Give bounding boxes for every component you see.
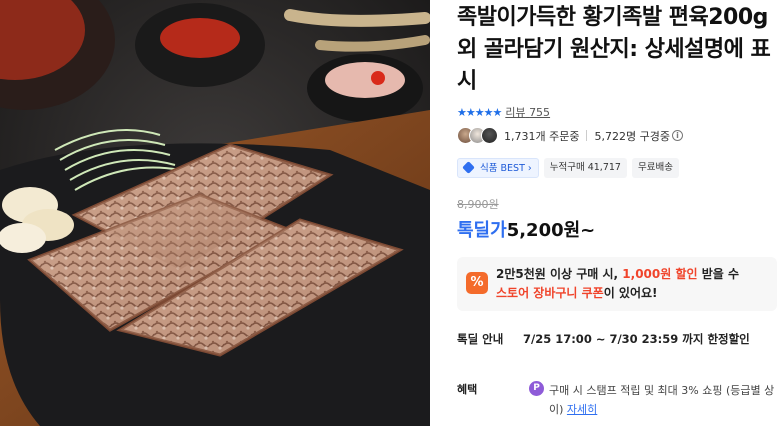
food-best-label: 식품 BEST: [480, 163, 525, 174]
star-rating-icon: ★★★★★: [457, 105, 502, 119]
percent-coupon-icon: %: [466, 272, 488, 294]
original-price: 8,900원: [457, 198, 499, 211]
rating-row: ★★★★★ 리뷰 755: [457, 104, 550, 120]
review-label: 리뷰: [505, 106, 526, 119]
product-title: 족발이가득한 황기족발 편육200g 외 골라담기 원산지: 상세설명에 표시: [457, 5, 771, 94]
coupon-text: 2만5천원 이상 구매 시, 1,000원 할인 받을 수 스토어 장바구니 쿠…: [496, 265, 739, 303]
benefit-label: 혜택: [457, 383, 478, 396]
diamond-icon: [462, 161, 475, 174]
price-label: 톡딜가: [457, 220, 507, 241]
review-count: 755: [529, 106, 551, 119]
coupon-banner[interactable]: % 2만5천원 이상 구매 시, 1,000원 할인 받을 수 스토어 장바구니…: [457, 257, 777, 311]
benefit-details-link[interactable]: 자세히: [567, 403, 597, 416]
deal-info-row: 톡딜 안내 7/25 17:00 ~ 7/30 23:59 까지 한정할인: [457, 331, 750, 347]
coupon-line-1: 2만5천원 이상 구매 시, 1,000원 할인 받을 수: [496, 265, 739, 284]
subscriber-count: 5,722명 구경중: [594, 129, 670, 143]
product-photo-illustration: [0, 0, 430, 426]
deal-info-label: 톡딜 안내: [457, 332, 504, 346]
cumulative-purchase-badge: 누적구매 41,717: [543, 158, 627, 178]
buyer-avatars: [457, 127, 498, 144]
badge-row: 식품 BEST › 누적구매 41,717 무료배송: [457, 158, 679, 178]
benefit-text: 구매 시 스탬프 적립 및 최대 3% 쇼핑 (등급별 상이) 자세히: [549, 381, 777, 419]
order-count: 1,731개 주문중: [504, 129, 580, 143]
benefit-body: P 구매 시 스탬프 적립 및 최대 3% 쇼핑 (등급별 상이) 자세히: [529, 381, 777, 419]
divider: [586, 130, 588, 141]
coupon-line-1-pre: 2만5천원 이상 구매 시,: [496, 267, 623, 281]
sale-price-row: 톡딜가5,200원~: [457, 216, 595, 242]
sale-price: 5,200원~: [506, 220, 596, 241]
deal-period: 7/25 17:00 ~ 7/30 23:59 까지 한정할인: [523, 332, 750, 346]
coupon-line-1-post: 받을 수: [697, 267, 740, 281]
food-best-badge[interactable]: 식품 BEST ›: [457, 158, 539, 178]
chevron-right-icon: ›: [527, 163, 532, 174]
social-proof-row: 1,731개 주문중 5,722명 구경중 i: [457, 127, 683, 144]
coupon-discount-amount: 1,000원 할인: [622, 267, 698, 281]
product-image: [0, 0, 430, 426]
review-link[interactable]: 리뷰 755: [505, 104, 550, 120]
free-shipping-badge: 무료배송: [631, 158, 679, 178]
avatar: [481, 127, 498, 144]
coupon-line-2-post: 이 있어요!: [603, 286, 658, 300]
coupon-line-2: 스토어 장바구니 쿠폰이 있어요!: [496, 284, 739, 303]
product-info-panel: 족발이가득한 황기족발 편육200g 외 골라담기 원산지: 상세설명에 표시 …: [447, 0, 777, 426]
coupon-type: 스토어 장바구니 쿠폰: [496, 286, 604, 300]
info-icon[interactable]: i: [671, 130, 683, 141]
point-icon: P: [529, 381, 544, 396]
benefit-row: 혜택 P 구매 시 스탬프 적립 및 최대 3% 쇼핑 (등급별 상이) 자세히: [457, 381, 777, 419]
